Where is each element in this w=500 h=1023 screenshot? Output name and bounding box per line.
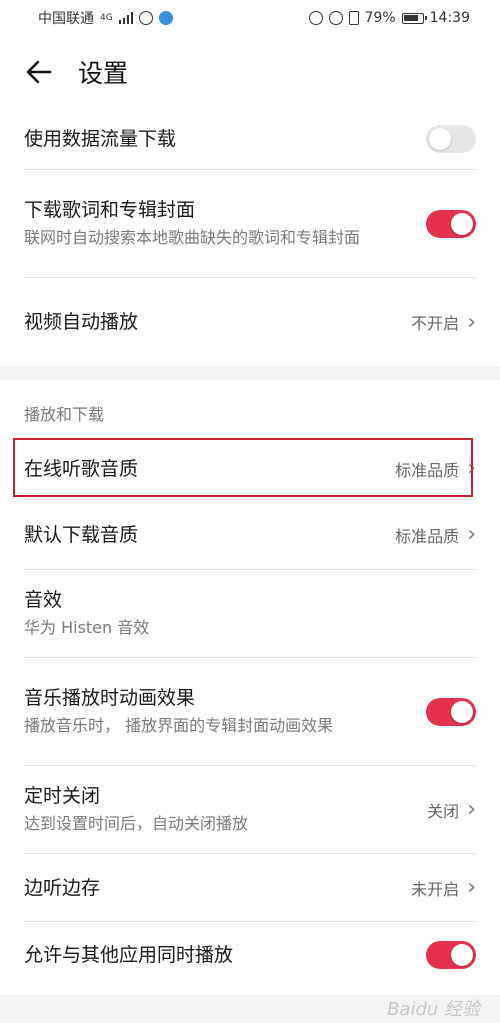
network-label: 4G bbox=[100, 13, 113, 23]
status-bar: 中国联通 4G 79% 14:39 bbox=[0, 0, 500, 36]
clock: 14:39 bbox=[429, 10, 470, 26]
setting-row-sound-effect[interactable]: 音效 华为 Histen 音效 bbox=[24, 570, 476, 658]
setting-title: 下载歌词和专辑封面 bbox=[24, 199, 196, 221]
setting-title: 定时关闭 bbox=[24, 785, 101, 807]
chevron-right-icon: › bbox=[467, 797, 476, 822]
setting-title: 允许与其他应用同时播放 bbox=[24, 944, 234, 966]
setting-value: 未开启 bbox=[411, 879, 460, 899]
app-notification-icon bbox=[158, 11, 173, 25]
setting-title: 视频自动播放 bbox=[24, 311, 139, 333]
chevron-right-icon: › bbox=[467, 456, 476, 481]
setting-row-sleep-timer[interactable]: 定时关闭 达到设置时间后，自动关闭播放 关闭 › bbox=[24, 766, 476, 854]
alarm-icon bbox=[328, 11, 343, 25]
chevron-right-icon: › bbox=[467, 875, 476, 900]
setting-row-video-autoplay[interactable]: 视频自动播放 不开启 › bbox=[24, 278, 476, 366]
setting-subtitle: 播放音乐时， 播放界面的专辑封面动画效果 bbox=[24, 716, 334, 735]
page-title: 设置 bbox=[78, 59, 129, 88]
setting-value: 标准品质 bbox=[395, 526, 460, 546]
headphone-icon bbox=[308, 11, 323, 25]
settings-group-playback: 播放和下载 在线听歌音质 标准品质 › 默认下载音质 标准品质 › 音效 华为 … bbox=[0, 380, 500, 995]
setting-row-cache-while-listening[interactable]: 边听边存 未开启 › bbox=[24, 854, 476, 922]
setting-row-download-quality[interactable]: 默认下载音质 标准品质 › bbox=[24, 500, 476, 570]
setting-title: 使用数据流量下载 bbox=[24, 127, 177, 150]
app-header: 设置 bbox=[0, 36, 500, 108]
settings-group-general: 使用数据流量下载 下载歌词和专辑封面 联网时自动搜索本地歌曲缺失的歌词和专辑封面… bbox=[0, 108, 500, 366]
mobile-data-download-toggle[interactable] bbox=[426, 124, 476, 153]
setting-value: 不开启 bbox=[411, 314, 460, 333]
setting-subtitle: 联网时自动搜索本地歌曲缺失的歌词和专辑封面 bbox=[24, 228, 361, 247]
setting-row-lyrics-cover[interactable]: 下载歌词和专辑封面 联网时自动搜索本地歌曲缺失的歌词和专辑封面 bbox=[24, 170, 476, 278]
play-animation-toggle[interactable] bbox=[426, 697, 476, 726]
hand-icon bbox=[138, 11, 153, 25]
setting-value: 关闭 bbox=[427, 801, 460, 821]
setting-subtitle: 华为 Histen 音效 bbox=[24, 618, 150, 637]
setting-row-play-animation[interactable]: 音乐播放时动画效果 播放音乐时， 播放界面的专辑封面动画效果 bbox=[24, 658, 476, 766]
section-header: 播放和下载 bbox=[24, 405, 105, 424]
mix-playback-toggle[interactable] bbox=[426, 941, 476, 969]
battery-icon bbox=[401, 12, 427, 24]
chevron-right-icon: › bbox=[467, 309, 476, 335]
vibrate-icon bbox=[348, 11, 359, 25]
lyrics-cover-toggle[interactable] bbox=[426, 209, 476, 238]
setting-row-online-quality[interactable]: 在线听歌音质 标准品质 › bbox=[24, 438, 476, 500]
setting-row-mix-playback[interactable]: 允许与其他应用同时播放 bbox=[24, 922, 476, 988]
setting-title: 在线听歌音质 bbox=[24, 457, 139, 480]
setting-title: 音乐播放时动画效果 bbox=[24, 687, 196, 709]
signal-icon bbox=[118, 12, 133, 24]
setting-subtitle: 达到设置时间后，自动关闭播放 bbox=[24, 814, 249, 833]
setting-title: 音效 bbox=[24, 589, 63, 611]
setting-title: 边听边存 bbox=[24, 876, 101, 899]
setting-row-mobile-data-download[interactable]: 使用数据流量下载 bbox=[24, 108, 476, 170]
setting-title: 默认下载音质 bbox=[24, 523, 139, 546]
chevron-right-icon: › bbox=[467, 522, 476, 547]
watermark: Baidu 经验 bbox=[387, 999, 480, 1020]
battery-percent: 79% bbox=[364, 10, 396, 26]
setting-value: 标准品质 bbox=[395, 460, 460, 480]
back-arrow-icon[interactable] bbox=[24, 57, 54, 87]
carrier-label: 中国联通 bbox=[38, 11, 94, 27]
